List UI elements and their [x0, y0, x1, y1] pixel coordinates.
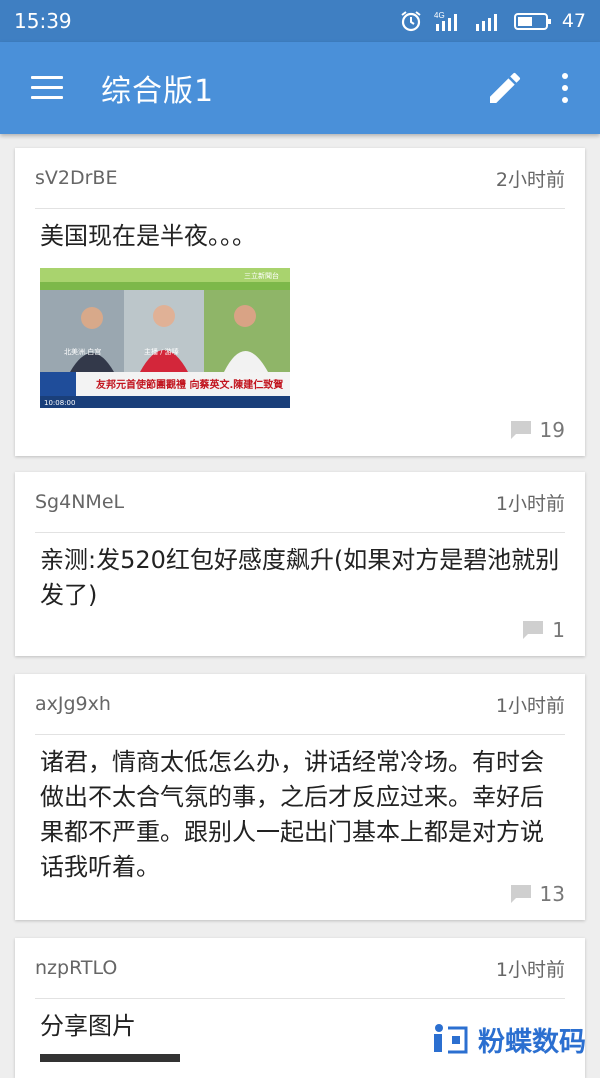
- news-tag-2: 主播 / 游嗪: [144, 347, 179, 356]
- post-card[interactable]: axJg9xh 1小时前 诸君，情商太低怎么办，讲话经常冷场。有时会做出不太合气…: [15, 674, 585, 920]
- post-header: axJg9xh 1小时前: [35, 674, 565, 735]
- news-tag-1: 北美洲.白宫: [64, 347, 101, 356]
- post-header: sV2DrBE 2小时前: [35, 148, 565, 209]
- svg-text:4G: 4G: [434, 11, 445, 20]
- status-bar: 15:39 4G 47: [0, 0, 600, 42]
- appbar-actions: [485, 68, 600, 108]
- post-author: axJg9xh: [35, 693, 111, 715]
- post-author: sV2DrBE: [35, 167, 118, 189]
- post-card[interactable]: sV2DrBE 2小时前 美国现在是半夜。。。 友邦元首使節團觀禮 向蔡英文.陳: [15, 148, 585, 456]
- watermark: 粉蝶数码: [432, 1020, 586, 1059]
- comment-count-value: 19: [539, 418, 565, 442]
- comment-count-value: 13: [539, 882, 565, 906]
- battery-icon: [513, 13, 551, 30]
- page-title: 综合版1: [101, 74, 215, 109]
- signal-4g-icon: 4G: [434, 11, 457, 31]
- comment-icon: [510, 885, 531, 903]
- post-time: 1小时前: [495, 492, 565, 515]
- watermark-text: 粉蝶数码: [478, 1027, 586, 1058]
- post-time: 1小时前: [495, 694, 565, 717]
- post-content: 美国现在是半夜。。。 友邦元首使節團觀禮 向蔡英文.陳建仁致賀 北美洲.白宫 主…: [15, 209, 585, 408]
- signal-icon: [475, 14, 497, 31]
- news-ticker: 友邦元首使節團觀禮 向蔡英文.陳建仁致賀: [96, 378, 283, 391]
- news-broadcast-image: 友邦元首使節團觀禮 向蔡英文.陳建仁致賀 北美洲.白宫 主播 / 游嗪 三立新聞…: [40, 268, 290, 408]
- status-time: 15:39: [14, 9, 72, 33]
- post-text: 诸君，情商太低怎么办，讲话经常冷场。有时会做出不太合气氛的事，之后才反应过来。幸…: [40, 748, 544, 881]
- app-bar: 综合版1: [0, 42, 600, 134]
- comment-count-value: 1: [552, 618, 565, 642]
- post-card[interactable]: Sg4NMeL 1小时前 亲测:发520红包好感度飙升(如果对方是碧池就别发了)…: [15, 472, 585, 656]
- edit-icon[interactable]: [485, 68, 525, 108]
- post-text: 亲测:发520红包好感度飙升(如果对方是碧池就别发了): [40, 546, 560, 609]
- news-clock: 10:08:00: [44, 399, 75, 407]
- comment-count[interactable]: 19: [510, 418, 565, 442]
- post-content: 诸君，情商太低怎么办，讲话经常冷场。有时会做出不太合气氛的事，之后才反应过来。幸…: [15, 735, 585, 885]
- battery-level: 47: [561, 10, 586, 32]
- post-image[interactable]: [40, 1054, 180, 1062]
- more-options-icon[interactable]: [559, 73, 571, 103]
- post-image[interactable]: 友邦元首使節團觀禮 向蔡英文.陳建仁致賀 北美洲.白宫 主播 / 游嗪 三立新聞…: [40, 268, 290, 408]
- post-content: 亲测:发520红包好感度飙升(如果对方是碧池就别发了): [15, 533, 585, 613]
- post-text: 美国现在是半夜。。。: [40, 222, 256, 250]
- watermark-logo-icon: [434, 1023, 468, 1053]
- post-time: 2小时前: [495, 168, 565, 191]
- post-header: Sg4NMeL 1小时前: [35, 472, 565, 533]
- comment-icon: [510, 421, 531, 439]
- menu-icon[interactable]: [31, 76, 63, 100]
- post-time: 1小时前: [495, 958, 565, 981]
- post-author: Sg4NMeL: [35, 491, 125, 513]
- post-author: nzpRTLO: [35, 957, 118, 979]
- comment-icon: [523, 621, 544, 639]
- news-logo: 三立新聞台: [244, 271, 279, 280]
- post-header: nzpRTLO 1小时前: [35, 938, 565, 999]
- comment-count[interactable]: 13: [510, 882, 565, 906]
- status-icons: 4G 47: [400, 10, 586, 32]
- comment-count[interactable]: 1: [522, 618, 565, 642]
- alarm-icon: [401, 11, 421, 32]
